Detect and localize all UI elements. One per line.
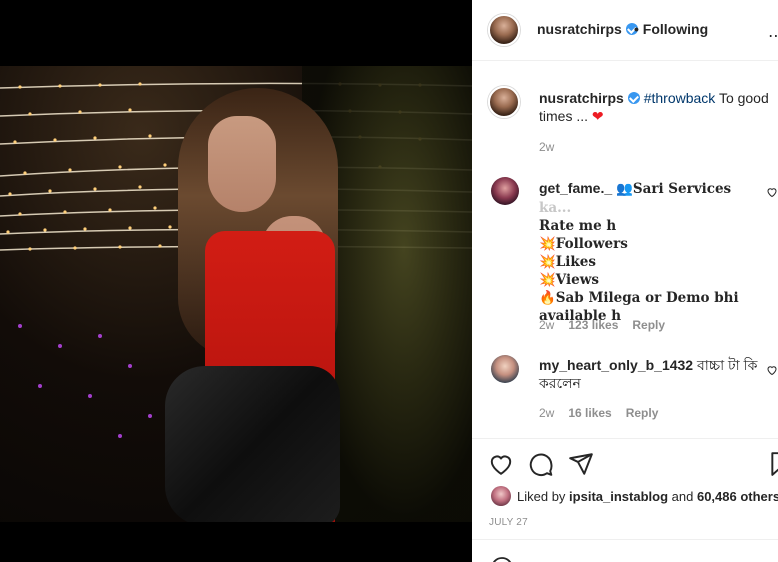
verified-badge-icon — [627, 92, 640, 104]
commenter-avatar[interactable] — [491, 177, 519, 205]
caption-age[interactable]: 2w — [539, 140, 554, 154]
liked-by-count[interactable]: 60,486 others — [697, 489, 778, 504]
caption-meta: 2w — [539, 140, 568, 154]
comment-username[interactable]: my_heart_only_b_1432 — [539, 357, 693, 373]
comment-line: 💥Views — [539, 272, 599, 288]
instagram-post-modal: nusratchirps • Following ⋯ nusratchirps … — [0, 0, 778, 562]
leather-jacket — [165, 366, 340, 522]
comment-like-heart-icon[interactable] — [766, 364, 778, 376]
more-horizontal-icon[interactable]: ⋯ — [768, 26, 778, 46]
liked-by-and: and — [671, 489, 694, 504]
heart-emoji: ❤ — [591, 108, 604, 124]
liked-by-user[interactable]: ipsita_instablog — [569, 489, 668, 504]
reply-button[interactable]: Reply — [626, 406, 659, 420]
commenter-avatar[interactable] — [491, 355, 519, 383]
caption-hashtag[interactable]: #throwback — [644, 90, 716, 106]
comment: get_fame._ 👥Sari Services ka... Rate me … — [539, 179, 764, 325]
comment-likes[interactable]: 123 likes — [568, 318, 618, 332]
author-avatar[interactable] — [488, 14, 520, 46]
liked-by-line: Liked by ipsita_instablog and 60,486 oth… — [517, 489, 778, 504]
comment: my_heart_only_b_1432 বাচ্চা টা কি করলেন — [539, 356, 764, 392]
emoji-smile-icon[interactable] — [490, 556, 514, 562]
share-send-icon[interactable] — [568, 451, 594, 477]
save-bookmark-icon[interactable] — [768, 451, 778, 477]
add-comment-bar — [472, 539, 778, 562]
liked-by-prefix: Liked by — [517, 489, 566, 504]
caption-username[interactable]: nusratchirps — [539, 90, 624, 106]
like-heart-icon[interactable] — [488, 451, 514, 477]
comment-emoji: 👥 — [616, 181, 633, 197]
post-date[interactable]: JULY 27 — [489, 517, 528, 528]
comments-section: nusratchirps #throwback To good times ..… — [472, 62, 778, 438]
comment-text-truncated: ka... — [539, 200, 572, 216]
post-header: nusratchirps • Following ⋯ — [472, 0, 778, 61]
reply-button[interactable]: Reply — [632, 318, 665, 332]
caption: nusratchirps #throwback To good times ..… — [539, 89, 774, 125]
comment-username[interactable]: get_fame._ — [539, 180, 612, 196]
comment-age[interactable]: 2w — [539, 318, 554, 332]
caption-author-avatar[interactable] — [488, 86, 520, 118]
comment-age[interactable]: 2w — [539, 406, 554, 420]
comment-text: Sari Services — [632, 181, 732, 197]
comment-line: Rate me h — [539, 218, 617, 234]
following-button[interactable]: Following — [643, 21, 708, 37]
person-face — [208, 116, 276, 212]
comment-meta: 2w 123 likes Reply — [539, 318, 679, 332]
post-actions: Liked by ipsita_instablog and 60,486 oth… — [472, 438, 778, 562]
comment-line: 💥Followers — [539, 236, 628, 252]
separator-dot: • — [634, 21, 639, 37]
comment-line: 💥Likes — [539, 254, 596, 270]
comment-bubble-icon[interactable] — [528, 451, 554, 477]
liker-avatar[interactable] — [491, 486, 511, 506]
post-photo[interactable] — [0, 66, 472, 522]
author-username[interactable]: nusratchirps — [537, 21, 622, 37]
comment-meta: 2w 16 likes Reply — [539, 406, 672, 420]
photo-panel — [0, 0, 472, 562]
post-sidebar: nusratchirps • Following ⋯ nusratchirps … — [472, 0, 778, 562]
comment-like-heart-icon[interactable] — [766, 186, 778, 198]
comment-likes[interactable]: 16 likes — [568, 406, 611, 420]
